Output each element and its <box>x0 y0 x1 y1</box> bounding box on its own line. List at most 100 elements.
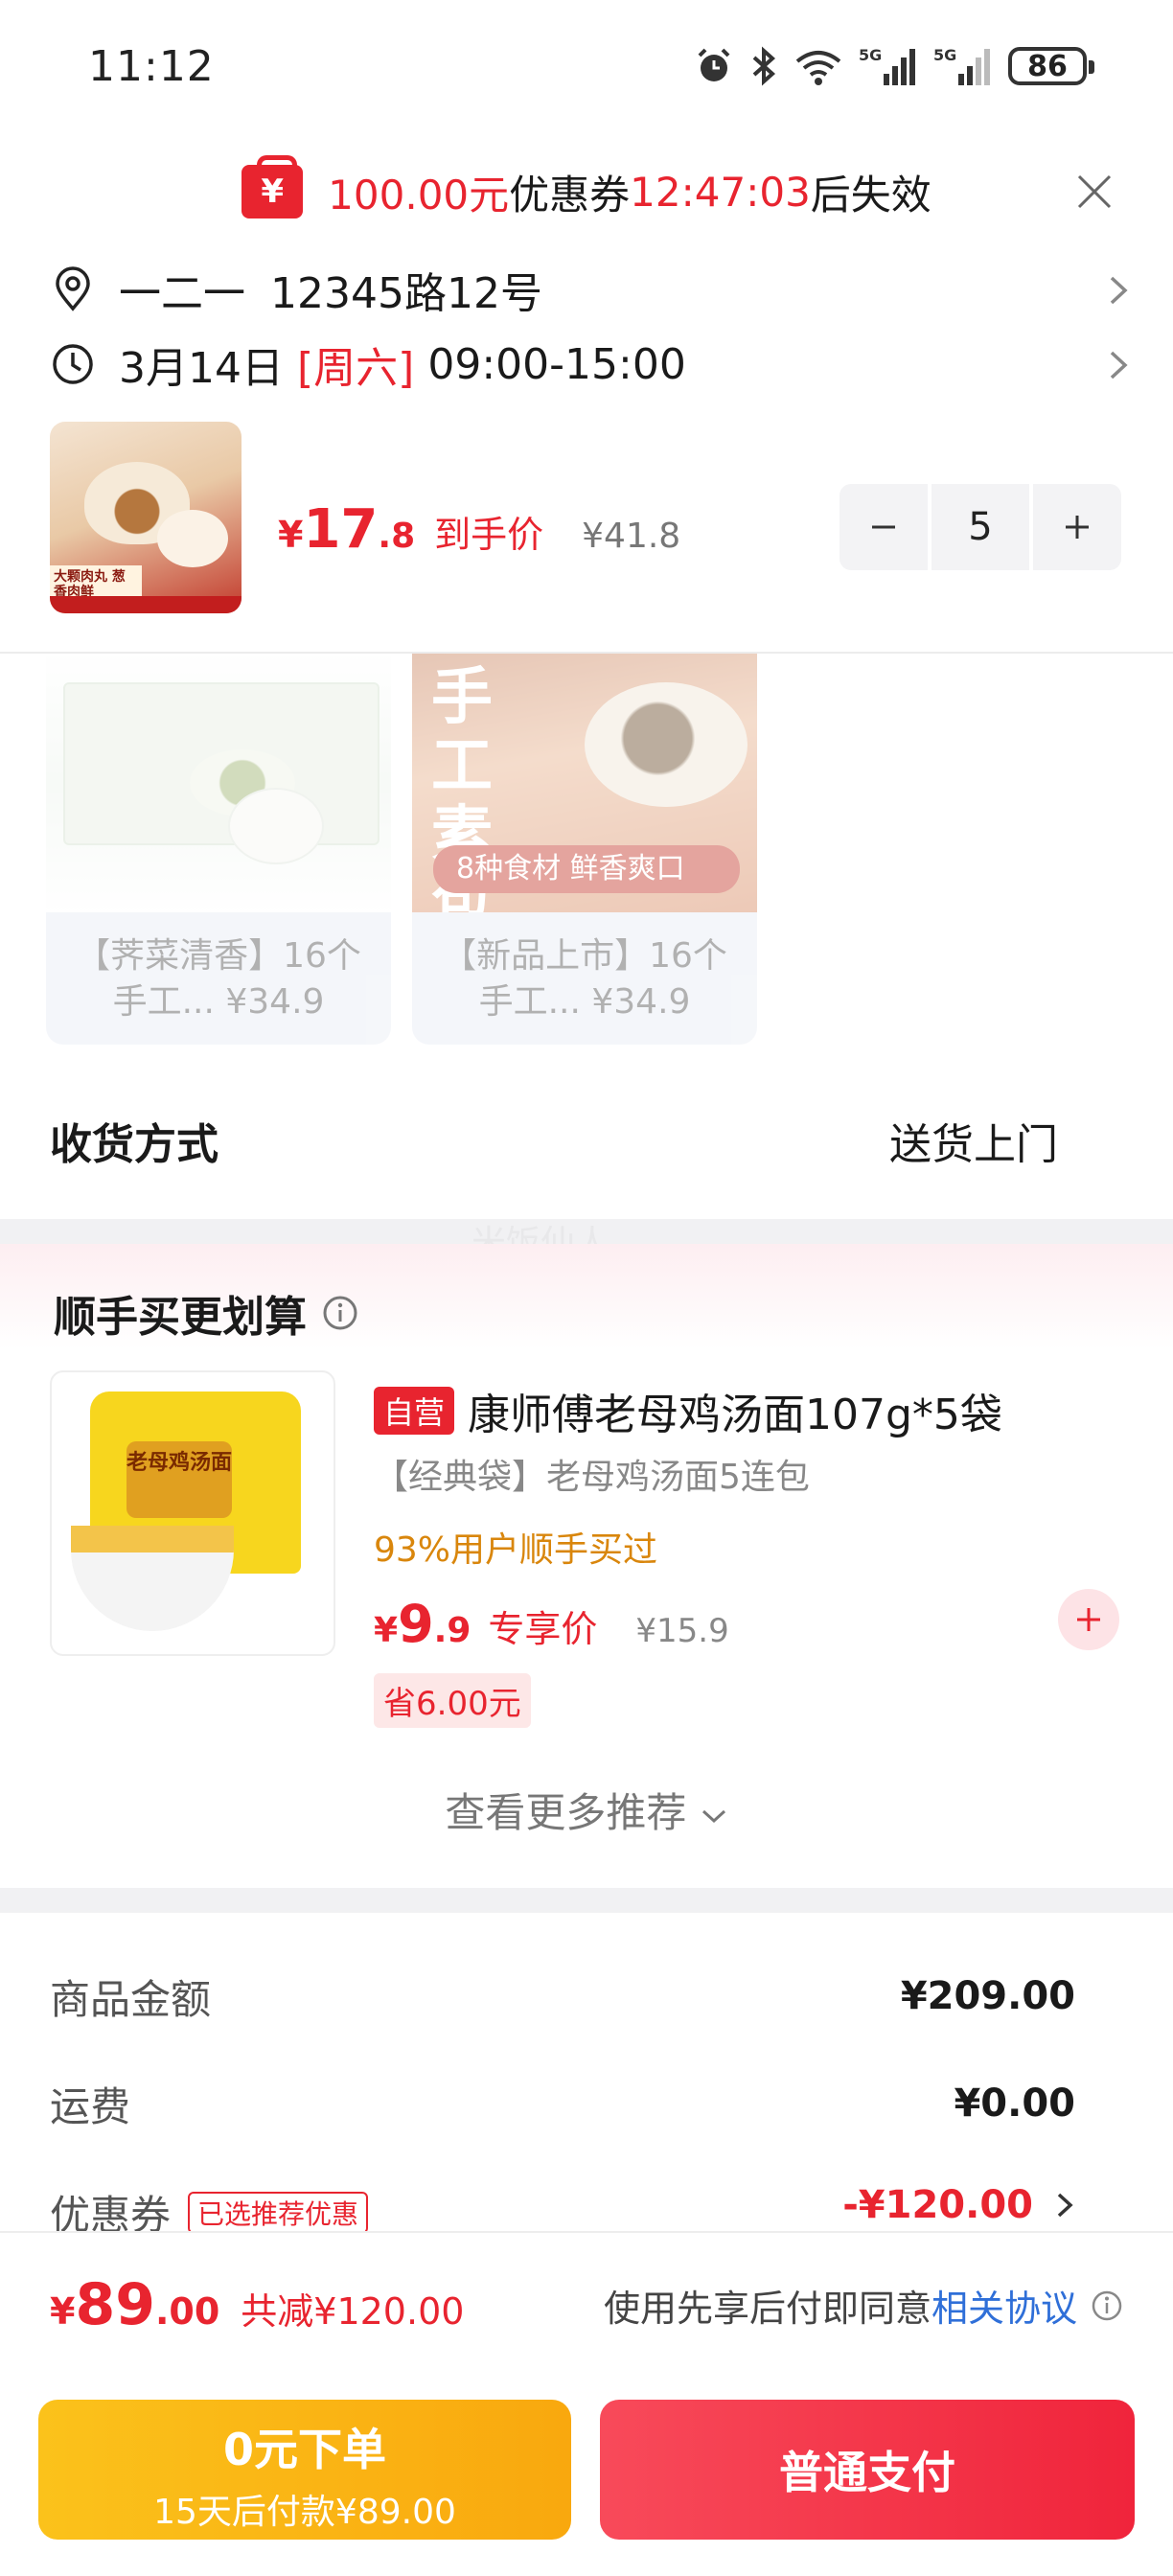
goods-amount-row: 商品金额 ¥209.00 <box>50 1963 1075 2030</box>
goods-amount-value: ¥209.00 <box>900 1974 1075 2018</box>
caption-line: 【新品上市】16个 <box>442 936 727 976</box>
order-total: ¥ 89 .00 共减¥120.00 <box>50 2271 464 2338</box>
bun-shape <box>228 788 324 864</box>
recommendation-ribbon: 8种食材 鲜香爽口 <box>433 845 740 893</box>
add-to-order-button[interactable] <box>1058 1589 1119 1650</box>
chevron-right-icon <box>1057 2193 1073 2218</box>
red-envelope-icon: ¥ <box>242 155 304 218</box>
upsell-title-text: 顺手买更划算 <box>54 1293 307 1342</box>
self-operated-badge: 自营 <box>374 1387 455 1435</box>
price-integer: 17 <box>303 498 379 561</box>
saving-badge: 省6.00元 <box>374 1673 531 1728</box>
total-symbol: ¥ <box>50 2290 76 2333</box>
upsell-name-text: 康师傅老母鸡汤面107g*5袋 <box>468 1391 1002 1439</box>
quantity-value[interactable]: 5 <box>932 484 1029 570</box>
total-reduced: 共减¥120.00 <box>241 2290 465 2333</box>
price-decimal: .9 <box>433 1611 472 1650</box>
shipping-value: 送货上门 <box>889 1120 1058 1169</box>
recommendation-caption: 【新品上市】16个 手工... ¥34.9 <box>412 912 757 1045</box>
product-price: ¥ 17 .8 到手价 ¥41.8 <box>278 498 680 561</box>
price-symbol: ¥ <box>278 514 304 556</box>
clock-icon <box>53 344 93 384</box>
total-decimal: .00 <box>154 2290 220 2333</box>
coupon-countdown: 12:47:03 <box>630 168 811 216</box>
coupon-amount: 100.00元 <box>328 171 510 218</box>
quantity-stepper: 5 <box>840 484 1121 570</box>
bun-image <box>157 510 228 567</box>
shipping-label: 收货方式 <box>50 1120 218 1169</box>
see-more-recommendations[interactable]: 查看更多推荐 <box>0 1781 1173 1839</box>
price-label: 到手价 <box>434 514 544 556</box>
goods-amount-label: 商品金额 <box>50 1975 212 2023</box>
address-name: 一二一 <box>119 269 245 318</box>
minus-icon <box>872 525 895 529</box>
plus-icon <box>1066 516 1089 539</box>
coupon-row-left: 优惠券 已选推荐优惠 <box>50 2183 369 2231</box>
coupon-row-right: -¥120.00 <box>842 2183 1075 2227</box>
recommendation-caption: 【荠菜清香】16个 手工... ¥34.9 <box>46 912 391 1045</box>
price-decimal: .8 <box>378 517 416 556</box>
recommendation-card[interactable]: 手工 素包 8种食材 鲜香爽口 【新品上市】16个 手工... ¥34.9 <box>412 654 757 1045</box>
dumpling-shape <box>585 682 748 807</box>
coupon-word: 优惠券 <box>509 171 631 218</box>
upsell-bought-rate: 93%用户顺手买过 <box>374 1530 658 1570</box>
price-integer: 9 <box>398 1594 434 1654</box>
upsell-thumb-text: 老母鸡汤面 <box>126 1441 232 1518</box>
decrease-button[interactable] <box>840 484 928 570</box>
signal-icon-2: 5G <box>933 46 990 85</box>
chevron-down-icon <box>702 1809 725 1824</box>
delivery-time-row[interactable]: 3月14日 [周六] 09:00-15:00 <box>50 332 1133 397</box>
status-bar: 11:12 5G 5G 86 <box>0 0 1173 134</box>
product-thumbnail[interactable]: 大颗肉丸 葱香肉鲜 <box>50 422 242 613</box>
upsell-price: ¥ 9 .9 专享价 ¥15.9 <box>374 1594 729 1654</box>
upsell-product-name[interactable]: 自营 康师傅老母鸡汤面107g*5袋 <box>374 1380 1002 1441</box>
coupon-expiry-banner: ¥ 100.00元 优惠券 12:47:03 后失效 <box>0 153 1173 230</box>
agreement-link[interactable]: 相关协议 <box>932 2279 1077 2332</box>
shipping-method-row[interactable]: 收货方式 送货上门 <box>50 1102 1058 1179</box>
info-icon[interactable] <box>322 1295 358 1331</box>
pay-later-sub-text: 15天后付款¥89.00 <box>153 2493 456 2532</box>
wifi-icon <box>795 51 841 85</box>
delivery-date: 3月14日 <box>119 344 284 393</box>
original-price: ¥41.8 <box>582 517 681 556</box>
network-label-1: 5G <box>859 46 882 64</box>
alarm-icon <box>698 48 730 81</box>
coupon-row[interactable]: 优惠券 已选推荐优惠 -¥120.00 <box>50 2177 1075 2231</box>
original-price: ¥15.9 <box>635 1612 729 1650</box>
recommendation-image <box>46 654 391 912</box>
info-icon[interactable] <box>1091 2289 1123 2322</box>
location-pin-icon <box>56 266 90 311</box>
upsell-title: 顺手买更划算 <box>54 1282 358 1344</box>
thumb-tag-bar <box>50 596 242 613</box>
upsell-product-image[interactable]: 老母鸡汤面 <box>50 1370 335 1656</box>
signal-icon-1: 5G <box>859 46 915 85</box>
see-more-text: 查看更多推荐 <box>445 1789 687 1836</box>
recommendation-art-title: 手工 素包 <box>431 661 493 940</box>
address-street: 12345路12号 <box>270 269 542 318</box>
price-symbol: ¥ <box>374 1611 399 1650</box>
address-row[interactable]: 一二一 12345路12号 <box>50 257 1133 322</box>
bluetooth-icon <box>752 46 776 86</box>
coupon-tail: 后失效 <box>810 171 932 218</box>
caption-line: 【荠菜清香】16个 <box>76 936 361 976</box>
agreement-text: 使用先享后付即同意 <box>603 2288 932 2330</box>
delivery-weekday: [周六] <box>296 344 415 393</box>
increase-button[interactable] <box>1033 484 1121 570</box>
upsell-subtitle: 【经典袋】老母鸡汤面5连包 <box>374 1458 810 1497</box>
checkout-bar: ¥ 89 .00 共减¥120.00 使用先享后付即同意 相关协议 0元下单 1… <box>0 2231 1173 2576</box>
delivery-window: 09:00-15:00 <box>427 339 686 389</box>
freight-value: ¥0.00 <box>954 2082 1075 2126</box>
recommended-discount-badge: 已选推荐优惠 <box>188 2191 369 2231</box>
recommendation-card[interactable]: 【荠菜清香】16个 手工... ¥34.9 <box>46 654 391 1045</box>
pay-later-button[interactable]: 0元下单 15天后付款¥89.00 <box>38 2400 571 2540</box>
total-integer: 89 <box>75 2271 155 2338</box>
coupon-value: -¥120.00 <box>842 2183 1033 2227</box>
pay-later-main-text: 0元下单 <box>222 2424 386 2475</box>
network-label-2: 5G <box>933 46 956 64</box>
normal-pay-button[interactable]: 普通支付 <box>600 2400 1135 2540</box>
recommendation-image: 手工 素包 8种食材 鲜香爽口 <box>412 654 757 939</box>
caption-line: 手工... ¥34.9 <box>478 982 691 1022</box>
caption-line: 手工... ¥34.9 <box>112 982 325 1022</box>
close-icon[interactable] <box>1070 167 1119 217</box>
battery-indicator: 86 <box>1008 47 1094 85</box>
